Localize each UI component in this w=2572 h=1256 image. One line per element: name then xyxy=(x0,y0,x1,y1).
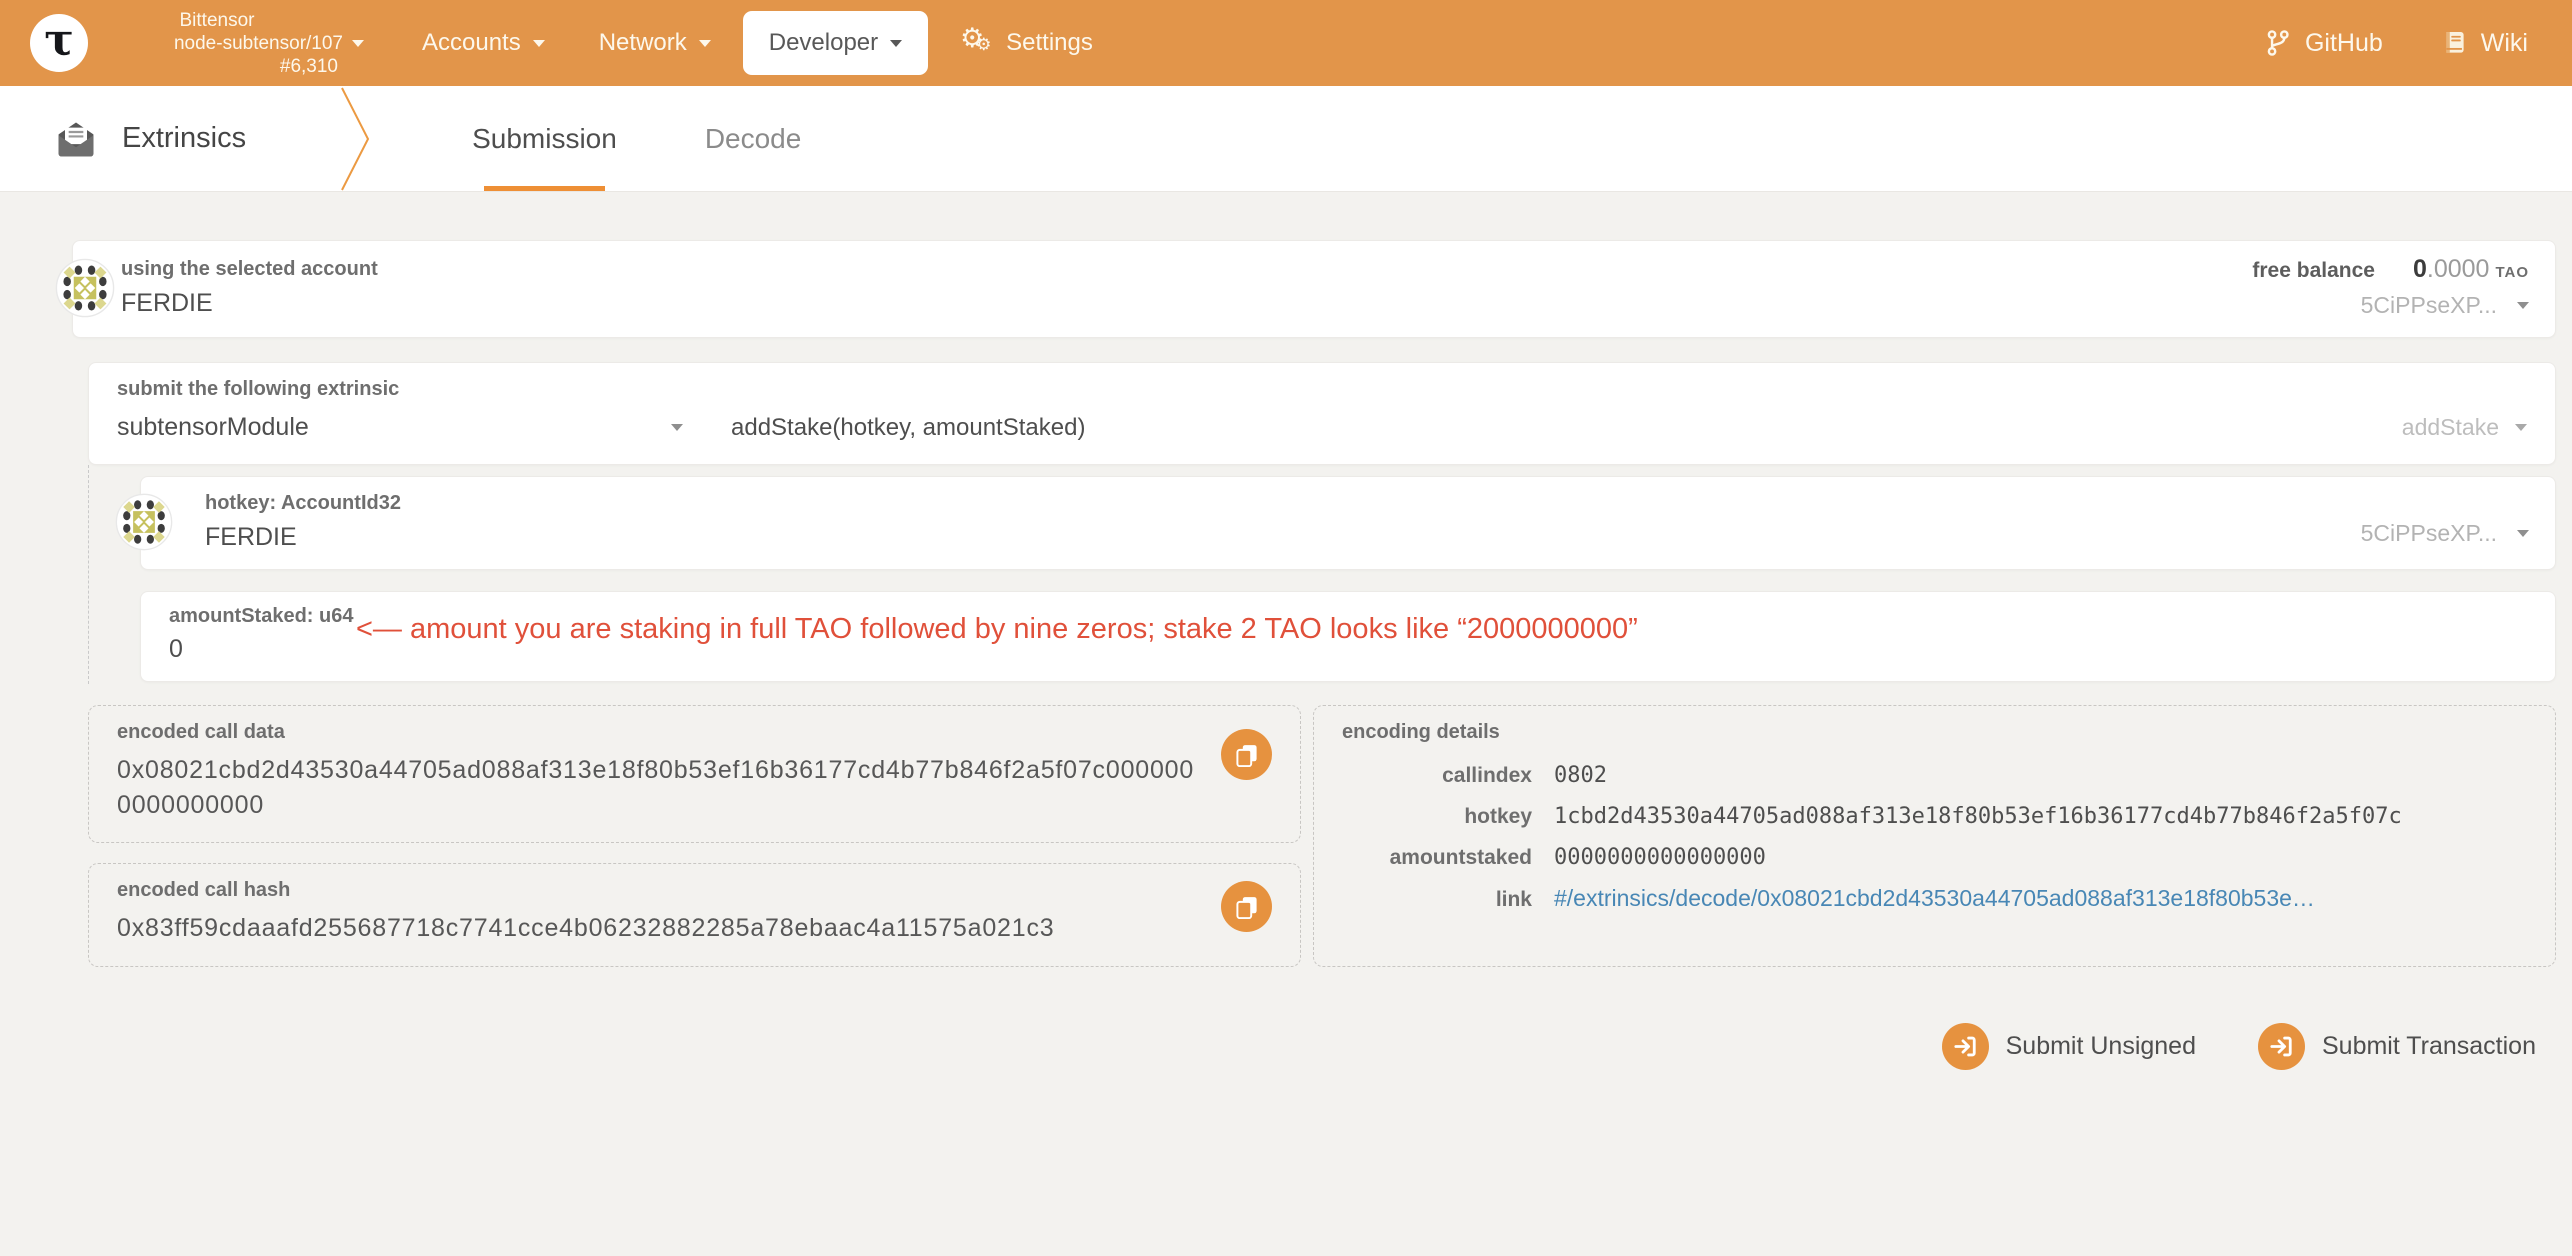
address-short: 5CiPPseXP... xyxy=(2360,292,2497,318)
sign-in-icon xyxy=(1941,1023,1989,1070)
tab-bar: Extrinsics Submission Decode xyxy=(0,86,2572,192)
caret-down-icon xyxy=(890,39,903,47)
call-data-box: encoded call data 0x08021cbd2d43530a4470… xyxy=(88,705,1301,843)
encoding-row-amountstaked: amountstaked 0000000000000000 xyxy=(1342,837,2527,878)
encoding-row-callindex: callindex 0802 xyxy=(1342,755,2527,796)
caret-down-icon xyxy=(698,39,711,47)
encoding-details-box: encoding details callindex 0802 hotkey 1… xyxy=(1313,705,2556,967)
account-balance-block: free balance 0.0000 TAO 5CiPPseXP... xyxy=(2252,255,2529,319)
encoding-row-link: link #/extrinsics/decode/0x08021cbd2d435… xyxy=(1342,878,2527,920)
caret-down-icon xyxy=(532,39,545,47)
hotkey-address-dropdown[interactable]: 5CiPPseXP... xyxy=(2361,520,2529,547)
method-short-dropdown[interactable]: addStake xyxy=(2402,414,2527,441)
encoding-value: 0000000000000000 xyxy=(1554,845,1766,870)
actions-row: Submit Unsigned Submit Transaction xyxy=(0,1023,2536,1070)
copy-icon xyxy=(1235,744,1257,767)
encoding-rows: callindex 0802 hotkey 1cbd2d43530a44705a… xyxy=(1342,755,2527,920)
tabs: Submission Decode xyxy=(472,86,801,191)
call-hash-label: encoded call hash xyxy=(117,879,291,901)
book-icon xyxy=(2446,31,2464,53)
method-select[interactable]: addStake(hotkey, amountStaked) xyxy=(731,414,1085,442)
module-select[interactable]: subtensorModule xyxy=(117,413,683,442)
tab-submission[interactable]: Submission xyxy=(472,86,617,191)
main-content: using the selected account FERDIE free b… xyxy=(0,192,2572,1070)
call-hash-value: 0x83ff59cdaaafd255687718c7741cce4b062328… xyxy=(117,914,1055,942)
decode-link[interactable]: #/extrinsics/decode/0x08021cbd2d43530a44… xyxy=(1554,878,2315,919)
call-data-label: encoded call data xyxy=(117,721,285,743)
settings-gears-icon: ⚙ ⚙ xyxy=(960,23,992,55)
extrinsic-select-label: submit the following extrinsic xyxy=(117,378,400,400)
bittensor-logo[interactable]: τ xyxy=(30,14,88,72)
outputs-row: encoded call data 0x08021cbd2d43530a4470… xyxy=(88,705,2556,967)
encoding-row-hotkey: hotkey 1cbd2d43530a44705ad088af313e18f80… xyxy=(1342,796,2527,837)
block-number: #6,310 xyxy=(279,55,338,77)
section-head: Extrinsics xyxy=(54,86,246,191)
encoding-value: 1cbd2d43530a44705ad088af313e18f80b53ef16… xyxy=(1554,804,2402,829)
caret-down-icon xyxy=(352,39,364,47)
hotkey-param-label: hotkey: AccountId32 xyxy=(205,492,401,514)
account-identicon xyxy=(55,258,115,318)
git-branch-icon xyxy=(2267,30,2289,56)
chain-info-dropdown[interactable]: Bittensor node-subtensor/107 #6,310 xyxy=(114,9,364,78)
account-address-dropdown[interactable]: 5CiPPseXP... xyxy=(2252,292,2529,319)
annotation-text: <— amount you are staking in full TAO fo… xyxy=(356,613,1638,645)
balance-unit: TAO xyxy=(2495,264,2529,281)
extrinsics-mail-icon xyxy=(58,122,94,156)
copy-icon xyxy=(1235,896,1257,919)
main-nav: Accounts Network Developer ⚙ ⚙ Settings xyxy=(400,9,1115,77)
method-short-value: addStake xyxy=(2401,414,2499,440)
submit-transaction-button[interactable]: Submit Transaction xyxy=(2258,1023,2536,1070)
submit-transaction-label: Submit Transaction xyxy=(2322,1032,2536,1060)
copy-call-data-button[interactable] xyxy=(1221,729,1272,780)
account-name: FERDIE xyxy=(121,289,213,317)
github-link[interactable]: GitHub xyxy=(2264,29,2383,58)
encoding-key: hotkey xyxy=(1464,805,1532,828)
encoding-value: 0802 xyxy=(1554,763,1607,788)
caret-down-icon xyxy=(2517,302,2529,309)
sign-in-icon xyxy=(2258,1023,2305,1070)
wiki-link[interactable]: Wiki xyxy=(2441,29,2528,58)
caret-down-icon xyxy=(2515,424,2527,431)
address-short: 5CiPPseXP... xyxy=(2360,520,2497,546)
encoding-key: callindex xyxy=(1442,764,1532,787)
header-links: GitHub Wiki xyxy=(2264,29,2528,58)
chain-name: Bittensor xyxy=(179,9,255,31)
app-header: τ Bittensor node-subtensor/107 #6,310 Ac… xyxy=(0,0,2572,86)
amount-input[interactable] xyxy=(159,635,339,664)
nav-item-accounts[interactable]: Accounts xyxy=(400,11,567,75)
nav-item-network[interactable]: Network xyxy=(577,11,733,75)
call-hash-box: encoded call hash 0x83ff59cdaaafd2556877… xyxy=(88,863,1301,967)
account-select-label: using the selected account xyxy=(121,258,378,280)
nav-item-developer[interactable]: Developer xyxy=(742,11,929,75)
copy-call-hash-button[interactable] xyxy=(1221,881,1272,932)
free-balance-value: 0.0000 TAO xyxy=(2412,255,2529,283)
encoded-column: encoded call data 0x08021cbd2d43530a4470… xyxy=(88,705,1301,967)
free-balance-label: free balance xyxy=(2252,259,2375,282)
amount-param-card: amountStaked: u64 <— amount you are stak… xyxy=(140,591,2556,682)
submit-unsigned-button[interactable]: Submit Unsigned xyxy=(1941,1023,2196,1070)
extrinsic-select-card: submit the following extrinsic subtensor… xyxy=(88,362,2556,465)
encoding-key: link xyxy=(1495,888,1532,911)
tab-decode[interactable]: Decode xyxy=(705,86,802,191)
caret-down-icon xyxy=(671,424,683,431)
call-data-value: 0x08021cbd2d43530a44705ad088af313e18f80b… xyxy=(117,756,1195,819)
encoding-details-title: encoding details xyxy=(1342,721,1500,743)
submit-unsigned-label: Submit Unsigned xyxy=(2005,1032,2196,1060)
hotkey-account-name: FERDIE xyxy=(205,523,297,551)
nav-item-settings[interactable]: ⚙ ⚙ Settings xyxy=(938,9,1115,77)
section-chevron xyxy=(341,87,370,191)
section-title: Extrinsics xyxy=(122,122,247,154)
params-group: hotkey: AccountId32 FERDIE 5CiPPseXP... … xyxy=(88,465,2556,684)
node-name: node-subtensor/107 xyxy=(173,32,343,54)
module-value: subtensorModule xyxy=(117,413,309,441)
hotkey-param-card[interactable]: hotkey: AccountId32 FERDIE 5CiPPseXP... xyxy=(115,476,2556,570)
tau-logo-glyph: τ xyxy=(44,15,74,66)
account-select-card[interactable]: using the selected account FERDIE free b… xyxy=(55,240,2556,338)
encoding-key: amountstaked xyxy=(1389,846,1532,869)
hotkey-identicon xyxy=(115,493,173,551)
caret-down-icon xyxy=(2517,530,2529,537)
